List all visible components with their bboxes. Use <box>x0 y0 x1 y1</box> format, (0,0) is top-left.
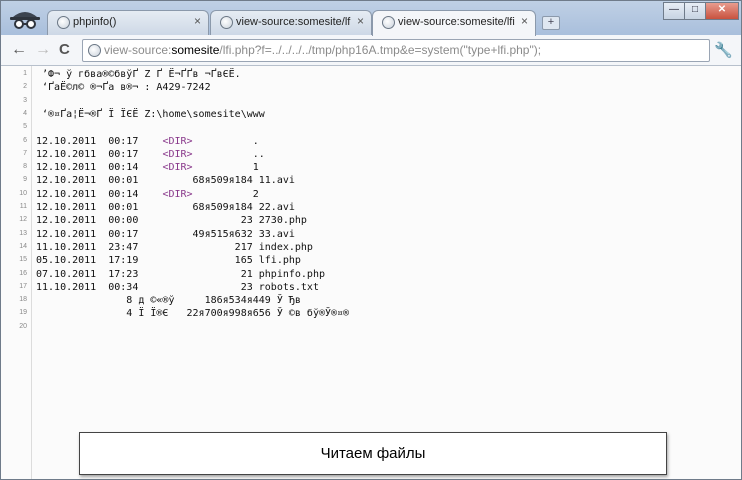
line-number: 17 <box>19 282 27 290</box>
dir-name: 1 <box>192 162 259 174</box>
close-icon[interactable]: × <box>194 14 201 28</box>
source-line: 07.10.2011 17:23 21 phpinfo.php <box>36 269 325 280</box>
caption-box: Читаем файлы <box>79 432 667 475</box>
url-host: somesite <box>171 43 220 57</box>
line-number: 8 <box>23 163 27 171</box>
back-button[interactable]: ← <box>11 41 27 59</box>
source-line: 12.10.2011 00:01 68я509я184 22.avi <box>36 202 295 213</box>
caption-text: Читаем файлы <box>320 445 426 462</box>
line-number: 19 <box>19 309 27 317</box>
line-number: 1 <box>23 70 27 77</box>
line-number: 13 <box>19 229 27 237</box>
dir-tag: <DIR> <box>162 148 193 160</box>
tab-view-source-active[interactable]: view-source:somesite/lfi.php?f × <box>372 10 536 36</box>
source-line: 12.10.2011 00:17 <DIR> .. <box>36 149 265 160</box>
source-text: 12.10.2011 00:01 68я509я184 11.avi <box>36 175 295 187</box>
source-text: 11.10.2011 23:47 217 index.php <box>36 241 313 253</box>
source-text: 4 Ї Ї®Є 22я700я998я656 Ў ©в бў®Ў®¤® <box>36 308 350 320</box>
line-number: 6 <box>23 136 27 144</box>
source-text: 12.10.2011 00:14 <box>36 188 163 200</box>
minimize-button[interactable]: — <box>663 2 685 20</box>
url-prefix: view-source: <box>104 43 172 57</box>
tab-label: view-source:somesite/lfi.php?f <box>398 16 515 28</box>
globe-icon <box>220 16 233 29</box>
source-view: 1 2 3 4 5 6 7 8 9 10 11 12 13 14 15 16 17 18 19 20 ’Ф¬ ў гб… <box>1 66 741 479</box>
new-tab-button[interactable]: + <box>542 16 560 30</box>
tab-view-source-1[interactable]: view-source:somesite/lfi.php?f × <box>210 10 372 35</box>
source-text: ‘ҐаЁ©­л© ­®¬Ґа в®¬ : A429-7242 <box>36 82 211 94</box>
source-line: 12.10.2011 00:17 49я515я632 33.avi <box>36 229 295 240</box>
source-line: 4 Ї Ї®Є 22я700я998я656 Ў ©в бў®Ў®¤® <box>36 308 349 319</box>
source-line: 12.10.2011 00:14 <DIR> 1 <box>36 162 259 173</box>
url-path: /lfi.php?f=../../../../tmp/php16A.tmp&e=… <box>219 43 530 57</box>
source-text: 05.10.2011 17:19 165 lfi.php <box>36 255 301 267</box>
line-number: 7 <box>23 149 27 157</box>
line-number: 14 <box>19 242 27 250</box>
dir-tag: <DIR> <box>162 188 193 200</box>
line-number: 16 <box>19 269 27 277</box>
line-number: 18 <box>19 296 27 304</box>
source-line: ‘ҐаЁ©­л© ­®¬Ґа в®¬ : A429-7242 <box>36 82 211 93</box>
source-text: 12.10.2011 00:17 <box>36 148 163 160</box>
title-bar: phpinfo() × view-source:somesite/lfi.php… <box>1 1 741 36</box>
close-icon[interactable]: × <box>357 14 364 28</box>
line-number: 11 <box>19 203 27 210</box>
source-line: 05.10.2011 17:19 165 lfi.php <box>36 255 301 266</box>
source-text: 8 д ©«®ў 186я534я449 Ў Ђв <box>36 295 301 307</box>
source-text: 12.10.2011 00:17 49я515я632 33.avi <box>36 228 295 240</box>
globe-icon <box>88 44 101 57</box>
source-line: 12.10.2011 00:01 68я509я184 11.avi <box>36 175 295 186</box>
dir-name: 2 <box>192 188 259 200</box>
line-number: 10 <box>19 189 27 197</box>
source-text: 07.10.2011 17:23 21 phpinfo.php <box>36 268 325 280</box>
dir-name: .. <box>192 148 265 160</box>
source-text: ‘®¤Ґа¦Ё¬®Ґ Ї ЇЄЁ Z:\home\somesite\www <box>36 108 265 120</box>
url-tail: "); <box>529 43 542 57</box>
incognito-icon <box>10 12 40 29</box>
source-text: 12.10.2011 00:01 68я509я184 22.avi <box>36 202 295 213</box>
line-number: 12 <box>19 216 27 224</box>
address-bar[interactable]: view-source:somesite/lfi.php?f=../../../… <box>82 39 710 62</box>
line-number: 3 <box>23 96 27 104</box>
source-text: ’Ф¬ ў гбва®©бвўҐ Z Ґ Ё¬ҐҐв ¬ҐвЄЁ. <box>36 69 241 80</box>
close-window-button[interactable]: ✕ <box>705 2 739 20</box>
dir-name: . <box>192 135 259 147</box>
line-number: 20 <box>19 322 27 330</box>
source-line: 12.10.2011 00:00 23 2730.php <box>36 215 307 226</box>
source-line: ‘®¤Ґа¦Ё¬®Ґ Ї ЇЄЁ Z:\home\somesite\www <box>36 109 265 120</box>
dir-tag: <DIR> <box>162 135 193 147</box>
source-text: 12.10.2011 00:00 23 2730.php <box>36 215 307 227</box>
forward-button[interactable]: → <box>35 41 51 59</box>
source-line: 11.10.2011 00:34 23 robots.txt <box>36 282 319 293</box>
source-line: ’Ф¬ ў гбва®©бвўҐ Z Ґ Ё¬ҐҐв ¬ҐвЄЁ. <box>36 69 241 80</box>
reload-button[interactable]: C <box>59 41 70 58</box>
source-text: 12.10.2011 00:17 <box>36 135 163 147</box>
tab-label: view-source:somesite/lfi.php?f <box>236 16 351 28</box>
tab-phpinfo[interactable]: phpinfo() × <box>47 10 209 35</box>
source-text: 11.10.2011 00:34 23 robots.txt <box>36 281 319 293</box>
toolbar: ← → C view-source:somesite/lfi.php?f=../… <box>1 35 741 66</box>
line-number: 5 <box>23 123 27 131</box>
globe-icon <box>57 16 70 29</box>
tab-label: phpinfo() <box>73 16 117 28</box>
line-number-gutter: 1 2 3 4 5 6 7 8 9 10 11 12 13 14 15 16 17 18 19 20 <box>1 66 32 479</box>
wrench-icon[interactable]: 🔧 <box>714 41 733 59</box>
line-number: 9 <box>23 176 27 184</box>
source-line: 11.10.2011 23:47 217 index.php <box>36 242 313 253</box>
close-icon[interactable]: × <box>521 14 528 28</box>
source-line: 8 д ©«®ў 186я534я449 Ў Ђв <box>36 295 301 306</box>
source-line: 12.10.2011 00:17 <DIR> . <box>36 136 259 147</box>
globe-icon <box>382 16 395 29</box>
browser-window: phpinfo() × view-source:somesite/lfi.php… <box>0 0 742 480</box>
source-text: 12.10.2011 00:14 <box>36 162 163 174</box>
url-text[interactable]: view-source:somesite/lfi.php?f=../../../… <box>104 43 541 57</box>
maximize-button[interactable]: □ <box>684 2 706 20</box>
dir-tag: <DIR> <box>162 162 193 174</box>
source-line: 12.10.2011 00:14 <DIR> 2 <box>36 189 259 200</box>
line-number: 4 <box>23 109 27 117</box>
line-number: 15 <box>19 256 27 264</box>
line-number: 2 <box>23 83 27 91</box>
